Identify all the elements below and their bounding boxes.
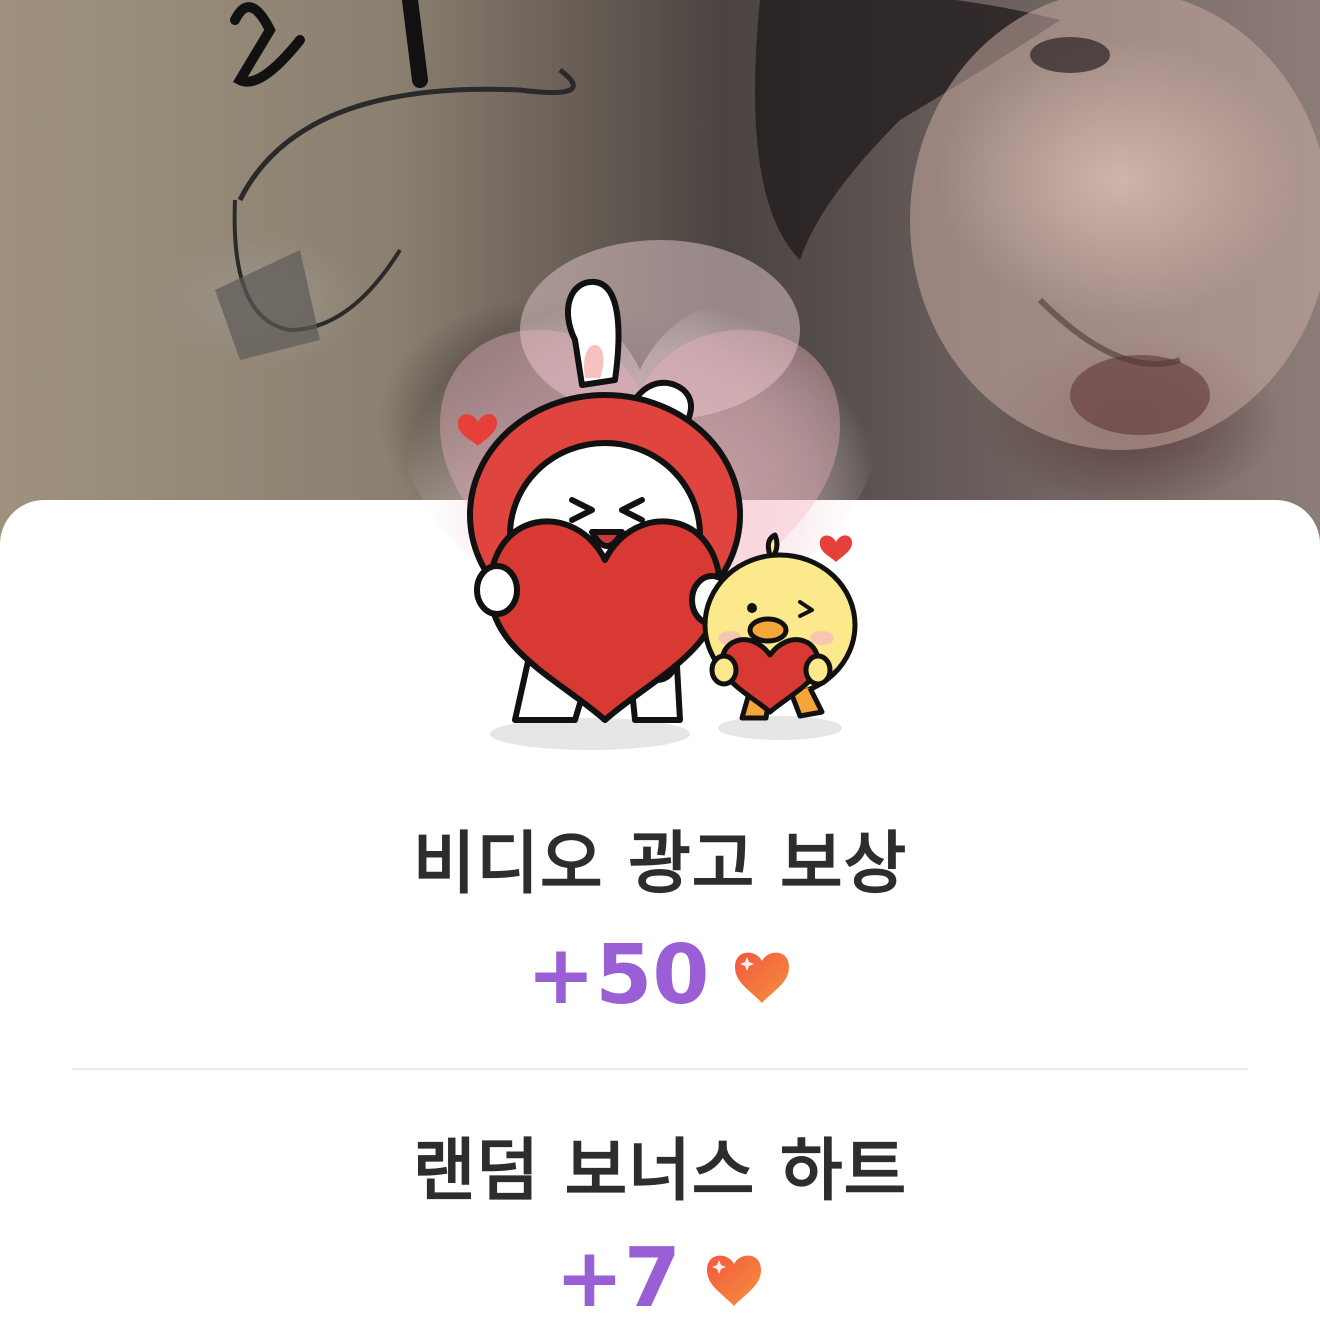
small-heart-icon xyxy=(819,535,853,562)
video-ad-reward-amount-row: +50 xyxy=(0,935,1320,1017)
divider xyxy=(72,1068,1248,1070)
heart-icon xyxy=(706,1255,761,1306)
mascot-illustration xyxy=(400,278,880,750)
video-ad-reward-amount: +50 xyxy=(526,928,710,1023)
random-bonus-amount-row: +7 xyxy=(0,1238,1320,1320)
video-ad-reward-title: 비디오 광고 보상 xyxy=(412,825,908,904)
random-bonus-heart-title: 랜덤 보너스 하트 xyxy=(412,1132,908,1211)
random-bonus-amount: +7 xyxy=(555,1231,681,1320)
heart-icon xyxy=(735,952,790,1003)
